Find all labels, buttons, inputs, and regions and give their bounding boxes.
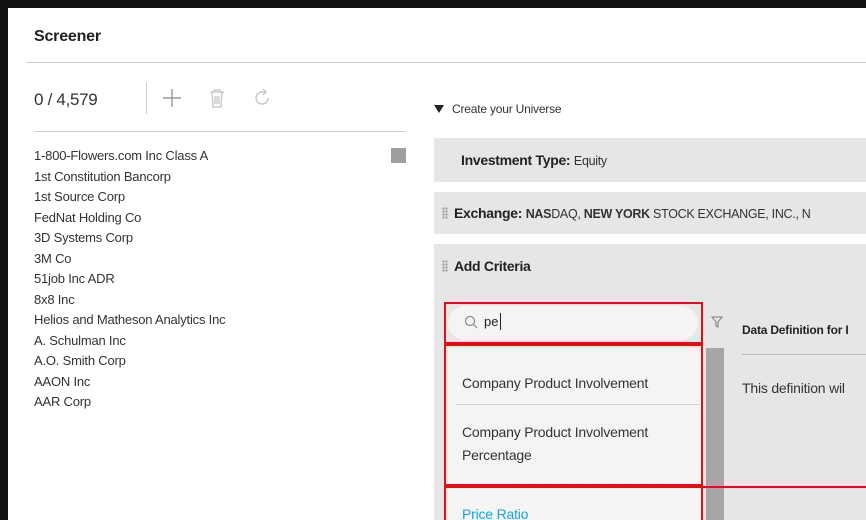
definition-body: This definition wil [742, 380, 845, 396]
filter-icon[interactable] [711, 316, 723, 328]
investment-type-label: Investment Type: [461, 152, 571, 168]
list-item[interactable]: 1st Constitution Bancorp [34, 167, 414, 188]
list-item[interactable]: 3M Co [34, 249, 414, 270]
refresh-icon [255, 88, 269, 105]
list-divider [34, 131, 406, 132]
price-ratio-highlight-box [444, 486, 703, 520]
results-highlight-box [444, 344, 703, 486]
definition-divider [742, 354, 866, 355]
exchange-row[interactable]: Exchange: NASDAQ, NEW YORK STOCK EXCHANG… [434, 192, 866, 234]
list-item[interactable]: AAR Corp [34, 392, 414, 413]
list-item[interactable]: A. Schulman Inc [34, 331, 414, 352]
list-item[interactable]: 1st Source Corp [34, 187, 414, 208]
refresh-button[interactable] [248, 82, 276, 114]
list-item[interactable]: Helios and Matheson Analytics Inc [34, 310, 414, 331]
toolbar-divider [146, 82, 147, 114]
list-item[interactable]: A.O. Smith Corp [34, 351, 414, 372]
list-item[interactable]: AAON Inc [34, 372, 414, 393]
page-title: Screener [34, 28, 101, 45]
list-item[interactable]: 8x8 Inc [34, 290, 414, 311]
investment-type-value: Equity [573, 154, 607, 168]
universe-toggle-label: Create your Universe [452, 102, 562, 116]
highlight-connector [703, 486, 866, 488]
list-item[interactable]: FedNat Holding Co [34, 208, 414, 229]
plus-icon [163, 89, 181, 107]
company-list: 1-800-Flowers.com Inc Class A 1st Consti… [34, 146, 414, 413]
list-item[interactable]: 51job Inc ADR [34, 269, 414, 290]
add-criteria-header: Add Criteria [442, 258, 531, 274]
drag-handle-icon[interactable] [442, 207, 448, 219]
list-scrollbar-thumb[interactable] [391, 148, 406, 163]
search-highlight-box [444, 302, 703, 344]
trash-icon [210, 89, 224, 108]
triangle-down-icon [434, 105, 444, 113]
drag-handle-icon[interactable] [442, 260, 448, 272]
exchange-label: Exchange: [454, 205, 523, 221]
list-item[interactable]: 1-800-Flowers.com Inc Class A [34, 146, 414, 167]
screener-panel: Screener 0 / 4,579 1-800-Flowers.com Inc… [0, 0, 866, 520]
investment-type-row[interactable]: Investment Type: Equity [434, 138, 866, 182]
definition-title: Data Definition for I [742, 323, 849, 337]
universe-toggle[interactable]: Create your Universe [434, 102, 562, 116]
delete-button[interactable] [203, 82, 231, 114]
exchange-value: NASDAQ, NEW YORK STOCK EXCHANGE, INC., N [525, 207, 811, 221]
title-divider [26, 62, 866, 63]
selection-count: 0 / 4,579 [34, 90, 98, 109]
add-button[interactable] [158, 82, 186, 114]
results-scrollbar[interactable] [706, 348, 724, 520]
list-item[interactable]: 3D Systems Corp [34, 228, 414, 249]
